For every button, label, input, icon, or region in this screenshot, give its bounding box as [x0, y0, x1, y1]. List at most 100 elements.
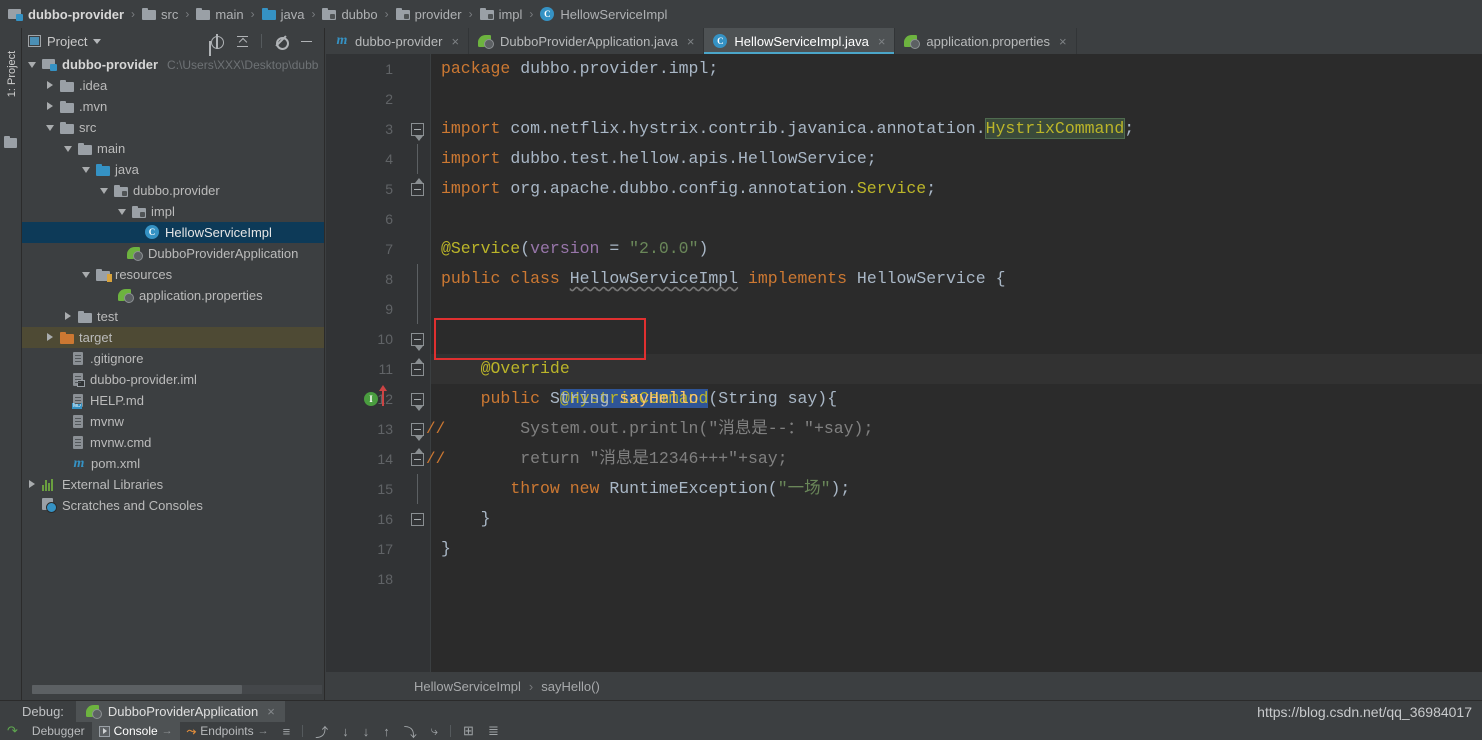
drop-frame-icon[interactable]: ⤵ — [397, 722, 424, 740]
code-line-13[interactable]: System.out.println("消息是--："+say); — [431, 414, 1482, 444]
tree-item-external-libraries[interactable]: External Libraries — [22, 474, 324, 495]
run-to-cursor-icon[interactable]: ⤷ — [424, 722, 445, 740]
fold-marker[interactable] — [411, 423, 424, 441]
step-into-icon[interactable]: ↓ — [335, 722, 356, 740]
rerun-icon[interactable]: ↷ — [0, 722, 25, 740]
breadcrumb-item-src[interactable]: src — [142, 7, 178, 22]
code-line-1[interactable]: package dubbo.provider.impl; — [431, 54, 1482, 84]
tab-dubboproviderapplication-java[interactable]: DubboProviderApplication.java × — [469, 28, 705, 54]
code-line-16[interactable]: } — [431, 504, 1482, 534]
tree-item-target[interactable]: target — [22, 327, 324, 348]
code-line-9[interactable] — [431, 294, 1482, 324]
layout-icon[interactable]: ≣ — [481, 722, 506, 740]
tree-item-resources[interactable]: resources — [22, 264, 324, 285]
code-text-area[interactable]: package dubbo.provider.impl; import com.… — [431, 54, 1482, 672]
fold-marker[interactable] — [411, 358, 424, 376]
close-icon[interactable]: × — [878, 34, 886, 49]
code-line-8[interactable]: public class HellowServiceImpl implement… — [431, 264, 1482, 294]
pin-icon[interactable]: → — [258, 725, 269, 737]
code-line-3[interactable]: import com.netflix.hystrix.contrib.javan… — [431, 114, 1482, 144]
chevron-down-icon[interactable] — [100, 186, 109, 195]
editor-fold-strip[interactable]: // // — [405, 54, 445, 672]
tree-item-dubboproviderapplication[interactable]: DubboProviderApplication — [22, 243, 324, 264]
chevron-right-icon[interactable] — [64, 312, 73, 321]
gear-icon[interactable] — [273, 34, 289, 50]
tree-item-dubbo-provider[interactable]: dubbo-provider C:\Users\XXX\Desktop\dubb — [22, 54, 324, 75]
tree-item-java[interactable]: java — [22, 159, 324, 180]
tab-hellowserviceimpl-java[interactable]: C HellowServiceImpl.java × — [704, 28, 896, 54]
fold-marker[interactable] — [411, 393, 424, 411]
tree-item-iml[interactable]: dubbo-provider.iml — [22, 369, 324, 390]
code-line-17[interactable]: } — [431, 534, 1482, 564]
breadcrumb-item-java[interactable]: java — [261, 7, 304, 22]
tree-item-pom-xml[interactable]: m pom.xml — [22, 453, 324, 474]
chevron-right-icon[interactable] — [46, 81, 55, 90]
console-tab[interactable]: Console → — [91, 722, 180, 740]
chevron-down-icon[interactable] — [93, 38, 102, 44]
step-out-icon[interactable]: ↑ — [376, 722, 397, 740]
evaluate-icon[interactable]: ⊞ — [456, 722, 481, 740]
breadcrumb-item-provider[interactable]: provider — [395, 7, 462, 22]
code-breadcrumb-class[interactable]: HellowServiceImpl — [414, 679, 521, 694]
frames-icon[interactable]: ≡ — [276, 722, 298, 740]
chevron-down-icon[interactable] — [28, 60, 37, 69]
tree-item-application-properties[interactable]: application.properties — [22, 285, 324, 306]
chevron-right-icon[interactable] — [28, 480, 37, 489]
breadcrumb-item-main[interactable]: main — [196, 7, 244, 22]
tab-dubbo-provider[interactable]: m dubbo-provider × — [326, 28, 470, 54]
close-icon[interactable]: × — [451, 34, 459, 49]
code-line-5[interactable]: import org.apache.dubbo.config.annotatio… — [431, 174, 1482, 204]
force-step-into-icon[interactable]: ↓ — [356, 722, 377, 740]
code-line-15[interactable]: throw new RuntimeException("一场"); — [431, 474, 1482, 504]
tree-item-test[interactable]: test — [22, 306, 324, 327]
code-line-2[interactable] — [431, 84, 1482, 114]
tree-item-main[interactable]: main — [22, 138, 324, 159]
debug-session-tab[interactable]: DubboProviderApplication × — [75, 700, 285, 723]
chevron-right-icon[interactable] — [46, 333, 55, 342]
project-tool-tab[interactable]: 1: Project — [0, 51, 22, 128]
breadcrumb-item-hellowserviceimpl[interactable]: C HellowServiceImpl — [540, 6, 667, 22]
endpoints-tab[interactable]: ⤳ Endpoints → — [180, 722, 276, 740]
chevron-right-icon[interactable] — [46, 102, 55, 111]
debugger-tab[interactable]: Debugger — [25, 722, 92, 740]
code-line-4[interactable]: import dubbo.test.hellow.apis.HellowServ… — [431, 144, 1482, 174]
code-breadcrumb-method[interactable]: sayHello() — [541, 679, 600, 694]
tree-item-mvn[interactable]: .mvn — [22, 96, 324, 117]
project-horizontal-scrollbar[interactable] — [32, 685, 242, 694]
locate-icon[interactable] — [209, 33, 224, 49]
tree-item-mvnw-cmd[interactable]: mvnw.cmd — [22, 432, 324, 453]
tree-item-dubbo-provider-package[interactable]: dubbo.provider — [22, 180, 324, 201]
tree-item-src[interactable]: src — [22, 117, 324, 138]
fold-marker[interactable] — [411, 178, 424, 196]
tree-item-mvnw[interactable]: mvnw — [22, 411, 324, 432]
code-line-11[interactable]: @Override — [431, 354, 1482, 384]
breadcrumb-item-dubbo-provider[interactable]: dubbo-provider — [8, 7, 124, 22]
tree-item-hellowserviceimpl[interactable]: C HellowServiceImpl — [22, 222, 324, 243]
implementing-method-icon[interactable]: I — [364, 392, 378, 406]
tree-item-gitignore[interactable]: .gitignore — [22, 348, 324, 369]
breadcrumb-item-impl[interactable]: impl — [479, 7, 522, 22]
code-editor[interactable]: 1 2 3 4 5 6 7 8 9 10 11 12 I 13 14 15 16… — [326, 54, 1482, 672]
tree-item-idea[interactable]: .idea — [22, 75, 324, 96]
step-over-icon[interactable]: ⤴ — [308, 722, 335, 740]
pin-icon[interactable]: → — [162, 725, 173, 737]
project-panel-title[interactable]: Project — [47, 34, 87, 49]
chevron-down-icon[interactable] — [82, 270, 91, 279]
tree-item-help-md[interactable]: HELP.md — [22, 390, 324, 411]
fold-marker[interactable] — [411, 123, 424, 141]
chevron-down-icon[interactable] — [118, 207, 127, 216]
hide-icon[interactable] — [299, 34, 314, 49]
editor-gutter[interactable]: 1 2 3 4 5 6 7 8 9 10 11 12 I 13 14 15 16… — [326, 54, 405, 672]
code-line-10[interactable]: @HystrixCommand — [431, 324, 1482, 408]
close-icon[interactable]: × — [267, 704, 275, 719]
fold-marker[interactable] — [411, 513, 424, 526]
chevron-down-icon[interactable] — [46, 123, 55, 132]
breadcrumb-item-dubbo[interactable]: dubbo — [322, 7, 378, 22]
override-arrow-icon[interactable] — [379, 385, 387, 406]
collapse-all-icon[interactable] — [235, 34, 250, 49]
code-line-6[interactable] — [431, 204, 1482, 234]
tree-item-impl[interactable]: impl — [22, 201, 324, 222]
chevron-down-icon[interactable] — [64, 144, 73, 153]
close-icon[interactable]: × — [1059, 34, 1067, 49]
structure-icon[interactable] — [4, 136, 17, 148]
